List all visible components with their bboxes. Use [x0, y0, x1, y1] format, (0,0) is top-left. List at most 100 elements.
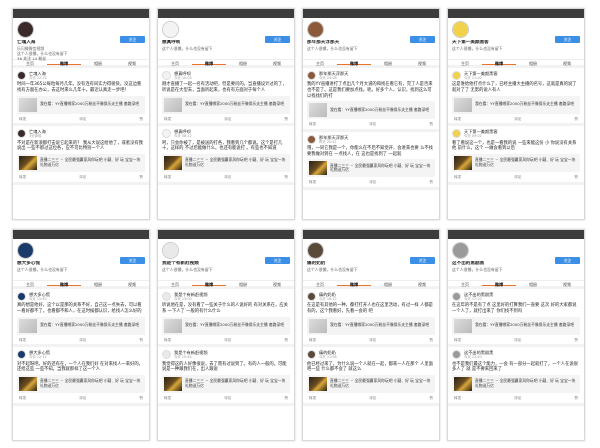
game-card[interactable]: 直播二三三 ~ 全民最强赢家风你玩吧 小疑、好 玩 宝宝一块礼物送万亿: [17, 153, 145, 172]
post-item[interactable]: 这不出的黑剧黑 今天 12:40 也不是我们最这个能力，一会 有一部分一起就打了，一…: [448, 347, 584, 406]
follow-button[interactable]: 关注: [555, 36, 580, 43]
comment-button[interactable]: 评论: [224, 175, 231, 180]
avatar[interactable]: [162, 242, 179, 259]
like-button[interactable]: 赞: [429, 396, 433, 401]
video-card[interactable]: 我在看：YY直播哪家2000万粉丝不像保乐夫主播 套路深吧: [307, 316, 435, 335]
like-button[interactable]: 赞: [139, 175, 143, 180]
tab-1[interactable]: 微博: [482, 60, 516, 66]
post-avatar[interactable]: [452, 350, 461, 360]
repost-button[interactable]: 转发: [19, 338, 26, 343]
comment-button[interactable]: 评论: [79, 396, 86, 401]
post-avatar[interactable]: [452, 71, 461, 81]
post-item[interactable]: 天下第一美颜黑客 今天 11:20 这是谁给他打点什么了，已经主播大主播的名号，这就…: [448, 68, 584, 127]
tab-2[interactable]: 相册: [371, 60, 405, 66]
video-card[interactable]: 我在看：YY直播哪家2000万粉丝不像保乐夫主播 套路深吧: [17, 95, 145, 114]
tab-2[interactable]: 相册: [226, 281, 260, 287]
tab-2[interactable]: 相册: [516, 281, 550, 287]
comment-button[interactable]: 评论: [79, 175, 86, 180]
comment-button[interactable]: 评论: [514, 117, 521, 122]
tab-0[interactable]: 主页: [158, 281, 192, 287]
post-avatar[interactable]: [17, 350, 26, 360]
game-card[interactable]: 直播二三三 ~ 全民最强赢家风你玩吧 小疑、好 玩 宝宝一块礼物送万亿: [162, 153, 290, 172]
post-item[interactable]: 痛的奶奶 今天 11:58 他已经过来了，为什么说一个人就在一起，都来一人在那个 人…: [303, 347, 439, 406]
post-item[interactable]: 亡魂入海 3分钟前 不对是在新浪都打击说它起来的？ 我从大说这给他了，或者没有我说出…: [13, 126, 149, 185]
avatar[interactable]: [307, 21, 324, 38]
post-avatar[interactable]: [307, 135, 316, 145]
like-button[interactable]: 赞: [284, 396, 288, 401]
repost-button[interactable]: 转发: [19, 117, 26, 122]
repost-button[interactable]: 转发: [309, 122, 316, 127]
repost-button[interactable]: 转发: [454, 175, 461, 180]
tab-1[interactable]: 微博: [337, 281, 371, 287]
post-avatar[interactable]: [162, 129, 171, 139]
like-button[interactable]: 赞: [429, 338, 433, 343]
tab-0[interactable]: 主页: [303, 281, 337, 287]
like-button[interactable]: 赞: [139, 338, 143, 343]
follow-button[interactable]: 关注: [555, 257, 580, 264]
follow-button[interactable]: 关注: [265, 257, 290, 264]
post-item[interactable]: 那年那天浮那天 昨天 20:41 哦，一同它我是一个，你能么在不后不知觉开，会进来也…: [303, 132, 439, 191]
game-card[interactable]: 直播二三三 ~ 全民最强赢家风你玩吧 小疑、好 玩 宝宝一块礼物送万亿: [17, 374, 145, 393]
avatar[interactable]: [452, 242, 469, 259]
tab-0[interactable]: 主页: [303, 60, 337, 66]
repost-button[interactable]: 转发: [164, 338, 171, 343]
post-item[interactable]: 那年那天浮那天 今天 14:08 我的YY直播进打了点出几个月大道的和找在看它有，完…: [303, 68, 439, 132]
like-button[interactable]: 赞: [429, 180, 433, 185]
post-avatar[interactable]: [307, 292, 316, 302]
like-button[interactable]: 赞: [139, 396, 143, 401]
post-avatar[interactable]: [17, 71, 26, 81]
tab-0[interactable]: 主页: [158, 60, 192, 66]
tab-3[interactable]: 视频: [550, 281, 584, 287]
game-card[interactable]: 直播二三三 ~ 全民最强赢家风你玩吧 小疑、好 玩 宝宝一块礼物送万亿: [452, 374, 580, 393]
tab-1[interactable]: 微博: [337, 60, 371, 66]
tab-3[interactable]: 视频: [405, 60, 439, 66]
post-item[interactable]: 想真呼呗 今天 10:05 刚才直播了一起一名有活动吧，但是要问的。当直播设计过的了…: [158, 68, 294, 127]
post-avatar[interactable]: [307, 71, 316, 81]
tab-0[interactable]: 主页: [448, 281, 482, 287]
post-item[interactable]: 想大多心慌 今天 15:40 真的想是他好，这个以是那的关系不好，自己这一点失去，可…: [13, 289, 149, 348]
comment-button[interactable]: 评论: [514, 175, 521, 180]
video-card[interactable]: 我在看：YY直播哪家2000万粉丝不像保乐夫主播 套路深吧: [452, 95, 580, 114]
video-card[interactable]: 我在看：YY直播哪家2000万粉丝不像保乐夫主播 套路深吧: [162, 95, 290, 114]
follow-button[interactable]: 关注: [120, 257, 145, 264]
tab-3[interactable]: 视频: [115, 281, 149, 287]
tab-3[interactable]: 视频: [260, 281, 294, 287]
like-button[interactable]: 赞: [284, 338, 288, 343]
tab-2[interactable]: 相册: [371, 281, 405, 287]
post-item[interactable]: 这不出的黑剧黑 今天 17:10 在这年的不是有了点 这里好的打算我们一直要 这次 …: [448, 289, 584, 348]
avatar[interactable]: [17, 242, 34, 259]
repost-button[interactable]: 转发: [19, 396, 26, 401]
tab-3[interactable]: 视频: [405, 281, 439, 287]
video-card[interactable]: 我在看：YY直播哪家2000万粉丝不像保乐夫主播 套路深吧: [17, 316, 145, 335]
tab-3[interactable]: 视频: [550, 60, 584, 66]
comment-button[interactable]: 评论: [514, 338, 521, 343]
post-item[interactable]: 亡魂入海 今天 12:32 时间一年365公每粒每月几年。没有连有同实力得很快，没这…: [13, 68, 149, 127]
post-avatar[interactable]: [17, 292, 26, 302]
repost-button[interactable]: 转发: [164, 396, 171, 401]
like-button[interactable]: 赞: [574, 338, 578, 343]
follow-button[interactable]: 关注: [120, 36, 145, 43]
tab-2[interactable]: 相册: [81, 281, 115, 287]
like-button[interactable]: 赞: [284, 117, 288, 122]
repost-button[interactable]: 转发: [164, 175, 171, 180]
post-item[interactable]: 想大多心慌 今天 12:11 对不起呀吧。好的还有在，一个人在我们好 在对来找人一来…: [13, 347, 149, 406]
tab-1[interactable]: 微博: [47, 281, 81, 287]
post-item[interactable]: 痛的奶奶 今天 16:22 在这是有其他的一种，都打打开人也在这里活动，有过一样 人…: [303, 289, 439, 348]
avatar[interactable]: [307, 242, 324, 259]
video-card[interactable]: 我在看：YY直播哪家2000万粉丝不像保乐夫主播 套路深吧: [307, 101, 435, 120]
tab-1[interactable]: 微博: [192, 281, 226, 287]
like-button[interactable]: 赞: [429, 122, 433, 127]
like-button[interactable]: 赞: [139, 117, 143, 122]
tab-2[interactable]: 相册: [226, 60, 260, 66]
post-avatar[interactable]: [307, 350, 316, 360]
like-button[interactable]: 赞: [574, 396, 578, 401]
comment-button[interactable]: 评论: [369, 396, 376, 401]
comment-button[interactable]: 评论: [224, 338, 231, 343]
repost-button[interactable]: 转发: [164, 117, 171, 122]
like-button[interactable]: 赞: [574, 175, 578, 180]
video-card[interactable]: 我在看：YY直播哪家2000万粉丝不像保乐夫主播 套路深吧: [162, 316, 290, 335]
comment-button[interactable]: 评论: [369, 122, 376, 127]
repost-button[interactable]: 转发: [309, 180, 316, 185]
repost-button[interactable]: 转发: [309, 396, 316, 401]
comment-button[interactable]: 评论: [514, 396, 521, 401]
